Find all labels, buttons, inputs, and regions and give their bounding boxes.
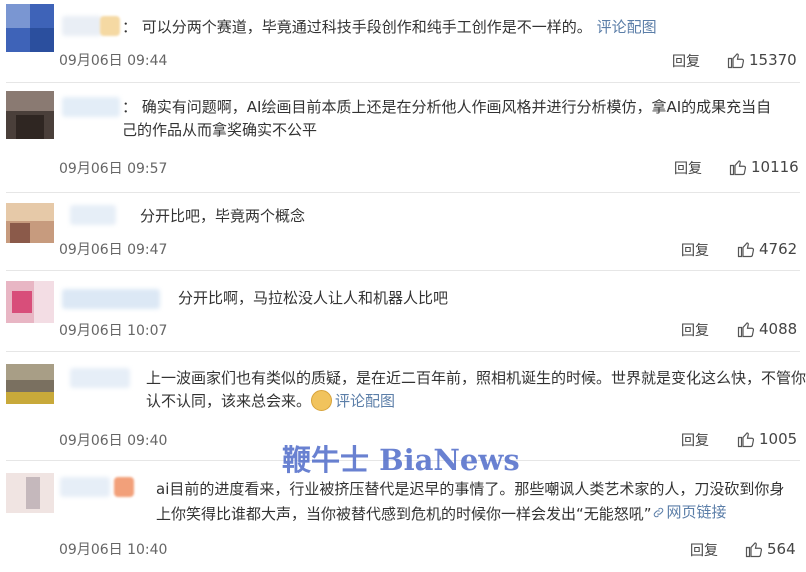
thumbs-up-icon xyxy=(727,53,745,69)
reply-button[interactable]: 回复 xyxy=(681,430,709,450)
like-button[interactable]: 15370 xyxy=(727,51,797,69)
comment-date: 09月06日 09:40 xyxy=(59,433,168,449)
comment-image-link[interactable]: 评论配图 xyxy=(597,18,657,36)
comment-date: 09月06日 10:40 xyxy=(59,542,168,558)
comment-text: 分开比吧，毕竟两个概念 xyxy=(140,207,306,225)
like-count: 10116 xyxy=(751,158,799,176)
comment-text: 上一波画家们也有类似的质疑，是在近二百年前，照相机诞生的时候。世界就是变化这么快… xyxy=(146,369,806,411)
like-count: 4762 xyxy=(759,240,798,258)
comment-date: 09月06日 10:07 xyxy=(59,323,168,339)
thumbs-up-icon xyxy=(737,242,755,258)
like-count: 15370 xyxy=(749,51,797,69)
like-button[interactable]: 10116 xyxy=(729,158,799,176)
reply-button[interactable]: 回复 xyxy=(690,540,718,560)
avatar[interactable] xyxy=(6,281,54,323)
avatar[interactable] xyxy=(6,4,54,52)
like-count: 1005 xyxy=(759,430,798,448)
avatar[interactable] xyxy=(6,364,54,404)
reply-button[interactable]: 回复 xyxy=(674,158,702,178)
username-blurred[interactable] xyxy=(70,205,116,225)
thumbs-up-icon xyxy=(729,160,747,176)
username-blurred[interactable] xyxy=(62,289,160,309)
avatar[interactable] xyxy=(6,91,54,139)
comment-item: 分开比啊，马拉松没人让人和机器人比吧 09月06日 10:07 回复 4088 xyxy=(0,271,806,351)
thumbs-up-icon xyxy=(737,432,755,448)
comment-text: ： 可以分两个赛道，毕竟通过科技手段创作和纯手工创作是不一样的。 评论配图 xyxy=(122,18,657,36)
comment-text: 分开比啊，马拉松没人让人和机器人比吧 xyxy=(178,289,449,307)
link-icon xyxy=(653,507,663,518)
username-blurred[interactable] xyxy=(60,477,110,497)
like-count: 564 xyxy=(767,540,796,558)
comment-text: ai目前的进度看来，行业被挤压替代是迟早的事情了。那些嘲讽人类艺术家的人，刀没砍… xyxy=(156,480,785,524)
comment-text: ： 确实有问题啊，AI绘画目前本质上还是在分析他人作画风格并进行分析模仿，拿AI… xyxy=(122,98,772,139)
reply-button[interactable]: 回复 xyxy=(681,240,709,260)
like-button[interactable]: 564 xyxy=(745,540,796,558)
thumbs-up-icon xyxy=(745,542,763,558)
username-blurred[interactable] xyxy=(70,368,130,388)
reply-button[interactable]: 回复 xyxy=(672,51,700,71)
comment-date: 09月06日 09:57 xyxy=(59,161,168,177)
comment-item: ： 确实有问题啊，AI绘画目前本质上还是在分析他人作画风格并进行分析模仿，拿AI… xyxy=(0,83,806,192)
username-emoji-blurred xyxy=(100,16,120,36)
watermark-logo: 鞭牛士 BiaNews xyxy=(282,443,520,477)
thumbs-up-icon xyxy=(737,322,755,338)
avatar[interactable] xyxy=(6,203,54,243)
doge-emoji-icon xyxy=(311,390,333,411)
avatar[interactable] xyxy=(6,473,54,513)
username-emoji-blurred xyxy=(114,477,134,497)
web-link[interactable]: 网页链接 xyxy=(652,501,727,524)
web-link-label: 网页链接 xyxy=(666,503,727,521)
like-button[interactable]: 1005 xyxy=(737,430,797,448)
comment-item: 分开比吧，毕竟两个概念 09月06日 09:47 回复 4762 xyxy=(0,193,806,270)
like-button[interactable]: 4762 xyxy=(737,240,797,258)
comment-item: ： 可以分两个赛道，毕竟通过科技手段创作和纯手工创作是不一样的。 评论配图 09… xyxy=(0,0,806,82)
comment-date: 09月06日 09:47 xyxy=(59,242,168,258)
username-blurred[interactable] xyxy=(62,16,102,36)
like-button[interactable]: 4088 xyxy=(737,320,797,338)
comment-date: 09月06日 09:44 xyxy=(59,53,168,69)
like-count: 4088 xyxy=(759,320,798,338)
reply-button[interactable]: 回复 xyxy=(681,320,709,340)
comment-image-link[interactable]: 评论配图 xyxy=(335,392,395,410)
username-blurred[interactable] xyxy=(62,97,120,117)
